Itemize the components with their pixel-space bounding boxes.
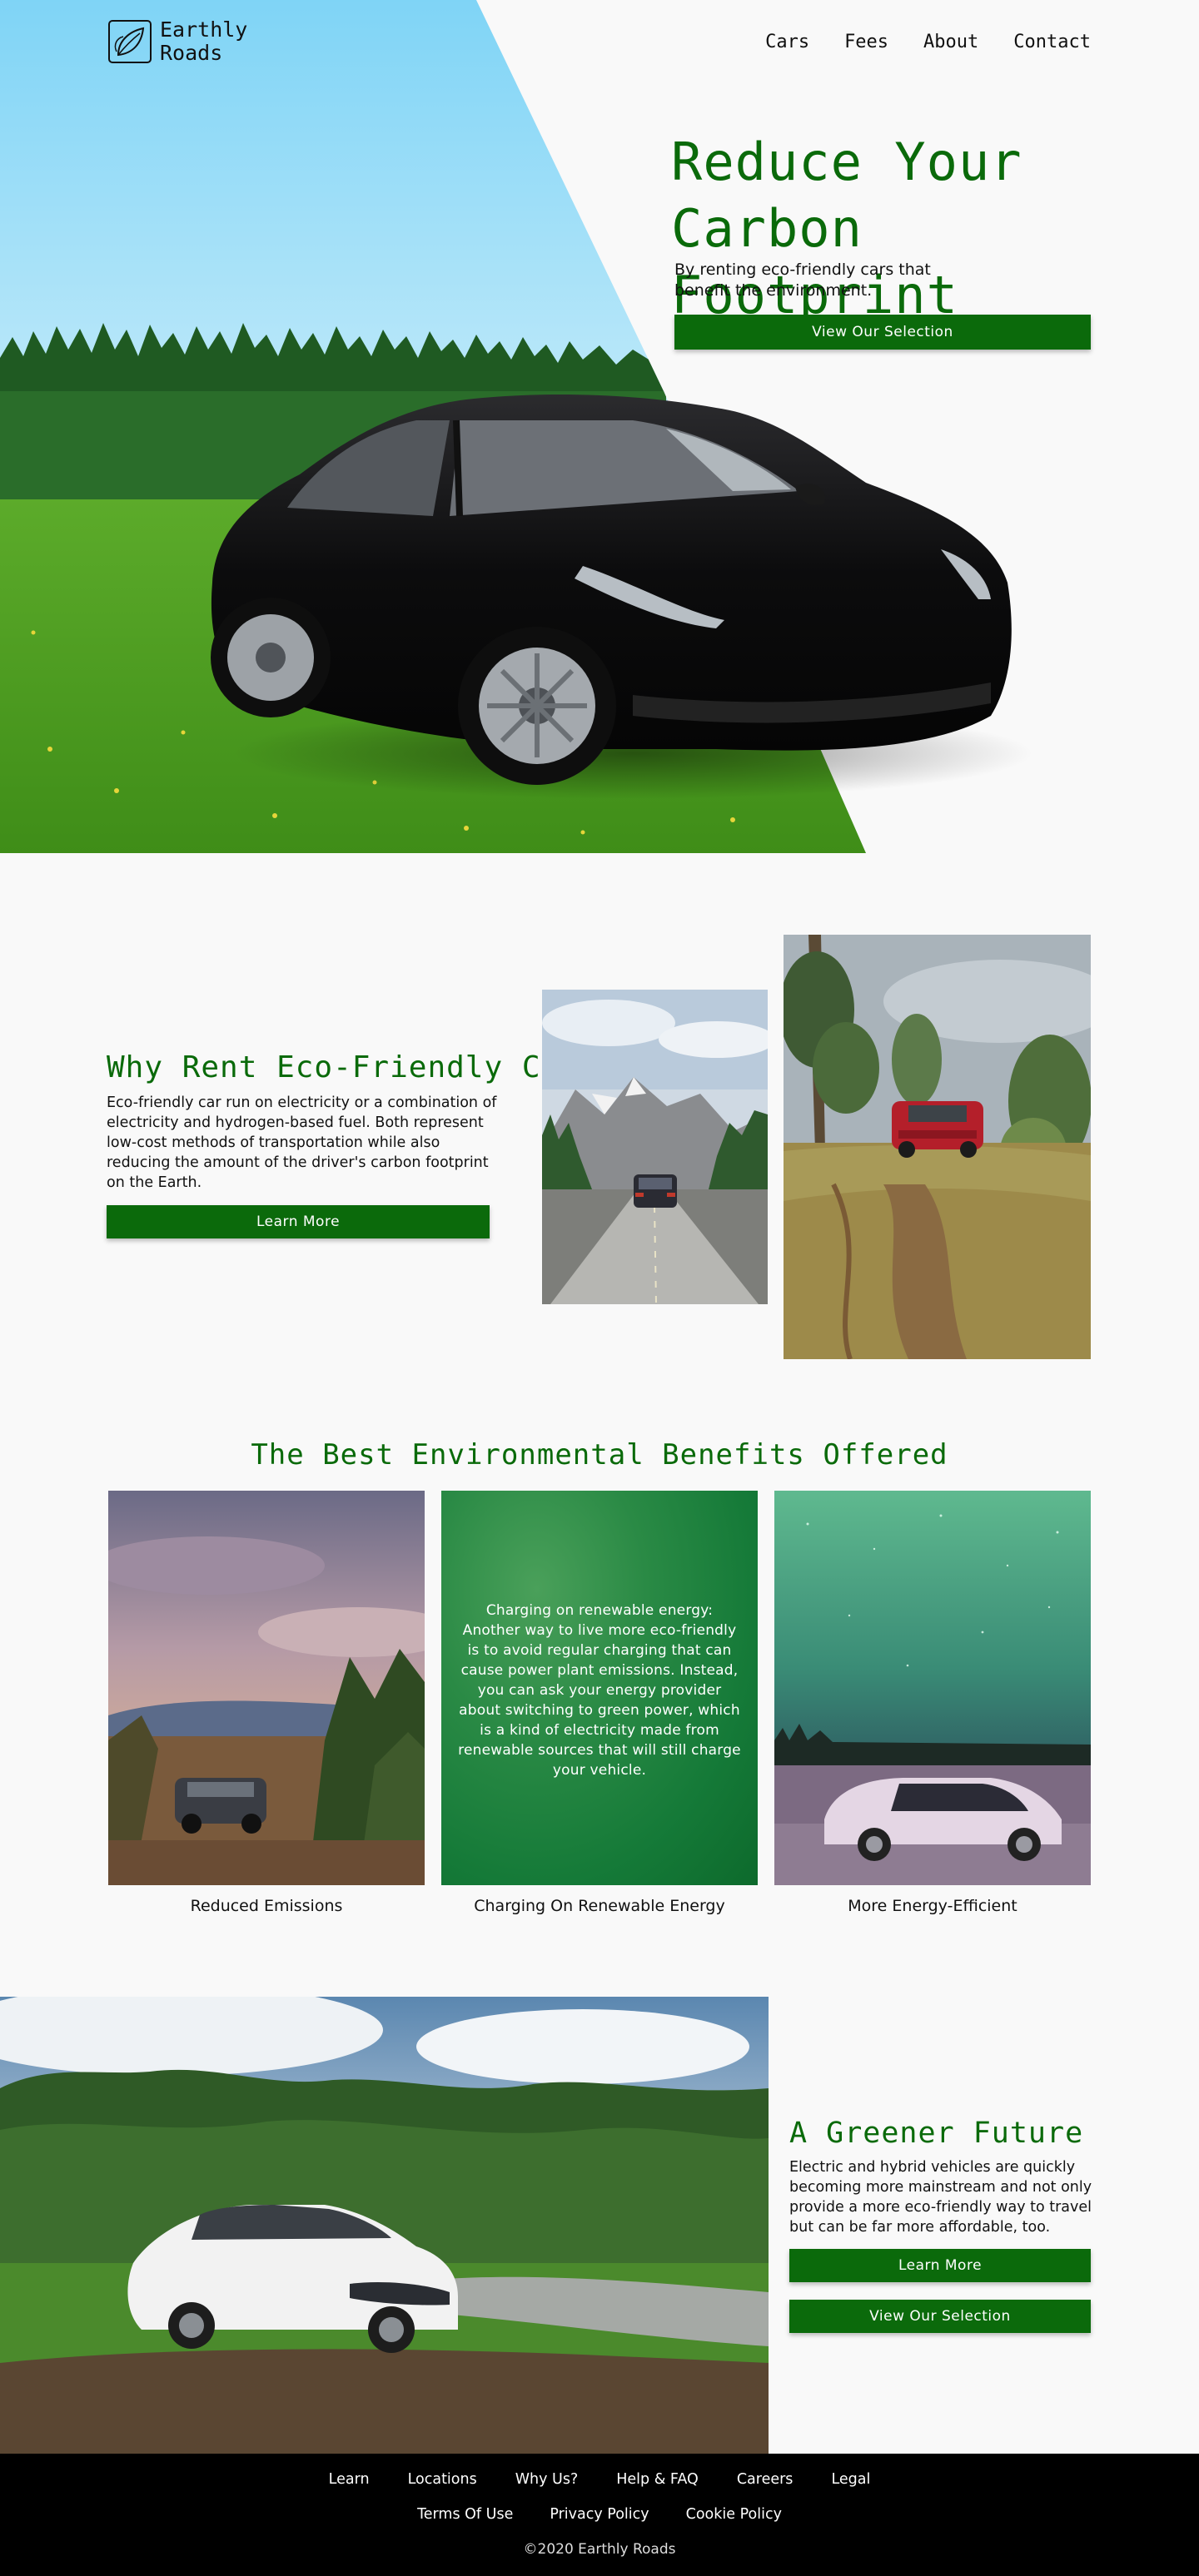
footer-link-careers[interactable]: Careers	[737, 2471, 794, 2488]
nav-contact[interactable]: Contact	[1013, 32, 1091, 52]
benefit-image-suv-dusk	[108, 1491, 425, 1885]
logo-line1: Earthly	[160, 17, 248, 42]
nav-fees[interactable]: Fees	[844, 32, 888, 52]
footer-link-locations[interactable]: Locations	[408, 2471, 477, 2488]
nav-about[interactable]: About	[923, 32, 978, 52]
learn-more-button[interactable]: Learn More	[107, 1205, 490, 1238]
white-sedan-image	[0, 1997, 769, 2454]
hero-image	[0, 0, 1032, 853]
why-body: Eco-friendly car run on electricity or a…	[107, 1094, 497, 1191]
hero-subtitle: By renting eco-friendly cars that benefi…	[674, 261, 931, 300]
why-title: Why Rent Eco-Friendly Cars?	[107, 1050, 617, 1085]
nav-cars[interactable]: Cars	[765, 32, 809, 52]
view-selection-button[interactable]: View Our Selection	[789, 2300, 1091, 2333]
logo-line2: Roads	[160, 41, 223, 65]
benefit-card-reduced-emissions: Reduced Emissions	[108, 1491, 425, 1915]
benefit-caption: Reduced Emissions	[190, 1897, 343, 1915]
footer-link-legal[interactable]: Legal	[831, 2471, 870, 2488]
dirt-road-car-image	[784, 935, 1091, 1359]
benefit-card-energy-efficient: More Energy-Efficient	[774, 1491, 1091, 1915]
benefit-image-aurora-car	[774, 1491, 1091, 1885]
hero-section: Earthly Roads Cars Fees About Contact Re…	[0, 0, 1199, 853]
footer: Learn Locations Why Us? Help & FAQ Caree…	[0, 2454, 1199, 2576]
leaf-square-icon	[108, 20, 152, 63]
footer-link-privacy[interactable]: Privacy Policy	[550, 2506, 649, 2523]
benefit-card-renewable-energy: Charging on renewable energy: Another wa…	[441, 1491, 758, 1915]
footer-link-terms[interactable]: Terms Of Use	[417, 2506, 513, 2523]
footer-links-primary: Learn Locations Why Us? Help & FAQ Caree…	[0, 2471, 1199, 2488]
benefit-caption: Charging On Renewable Energy	[474, 1897, 725, 1915]
future-body: Electric and hybrid vehicles are quickly…	[789, 2159, 1092, 2236]
footer-link-help-faq[interactable]: Help & FAQ	[616, 2471, 699, 2488]
benefits-title: The Best Environmental Benefits Offered	[251, 1438, 948, 1472]
logo[interactable]: Earthly Roads	[107, 18, 247, 65]
learn-more-button[interactable]: Learn More	[789, 2249, 1091, 2282]
road-car-image	[542, 990, 768, 1304]
copyright: ©2020 Earthly Roads	[523, 2541, 676, 2558]
footer-link-why-us[interactable]: Why Us?	[515, 2471, 579, 2488]
main-nav: Cars Fees About Contact	[765, 32, 1091, 52]
view-selection-button[interactable]: View Our Selection	[674, 315, 1091, 350]
hero-title-line1: Reduce Your	[671, 132, 1022, 192]
footer-link-learn[interactable]: Learn	[329, 2471, 370, 2488]
future-title: A Greener Future	[789, 2117, 1084, 2150]
benefit-caption: More Energy-Efficient	[848, 1897, 1017, 1915]
benefit-image-green-overlay: Charging on renewable energy: Another wa…	[441, 1491, 758, 1885]
footer-link-cookies[interactable]: Cookie Policy	[686, 2506, 782, 2523]
footer-links-secondary: Terms Of Use Privacy Policy Cookie Polic…	[0, 2506, 1199, 2523]
benefit-overlay-text: Charging on renewable energy: Another wa…	[458, 1602, 741, 1779]
